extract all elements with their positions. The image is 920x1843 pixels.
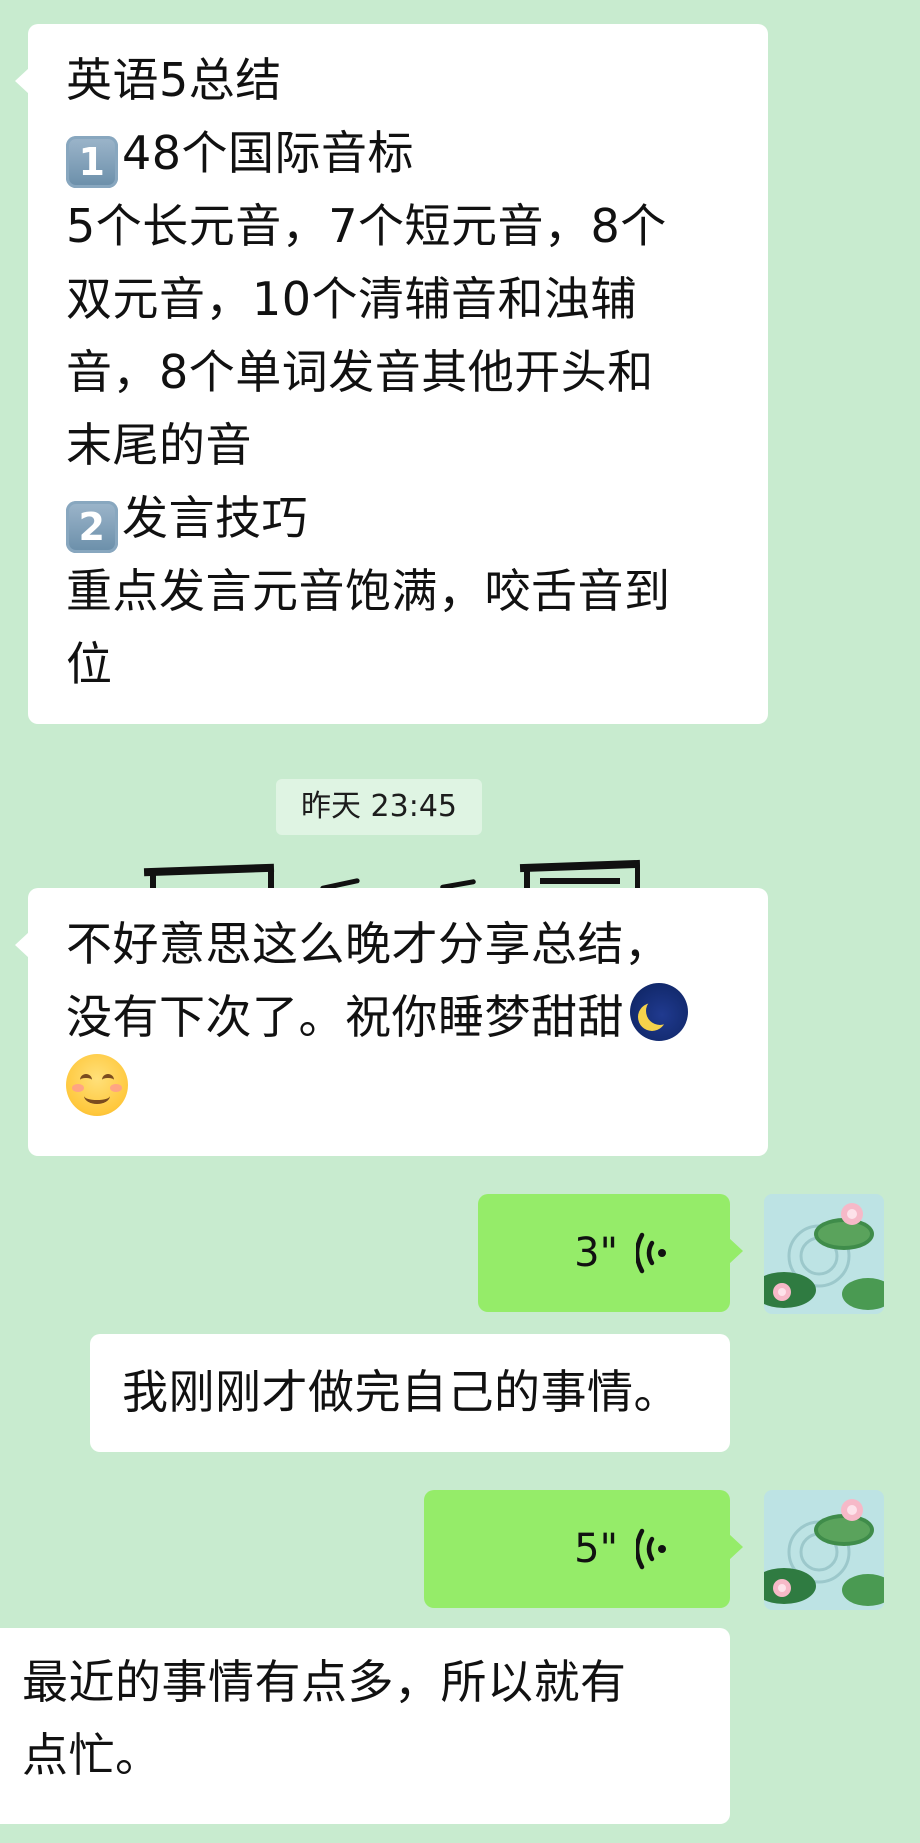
voice-duration: 3": [574, 1230, 618, 1276]
voice-message-content: 5": [574, 1490, 670, 1608]
message-line: 2 发言技巧: [66, 482, 730, 555]
voice-message-content: 3": [574, 1194, 670, 1312]
message-line: 没有下次了。祝你睡梦甜甜: [66, 981, 730, 1054]
message-line-text: 48个国际音标: [122, 126, 415, 180]
timestamp-label: 昨天 23:45: [276, 779, 482, 835]
user-avatar[interactable]: [764, 1490, 884, 1610]
voice-duration: 5": [574, 1526, 618, 1572]
message-line: [66, 1054, 730, 1129]
crescent-moon-stars-icon: [630, 983, 688, 1041]
smiling-face-icon: [66, 1054, 128, 1116]
lotus-pond-avatar-icon: [764, 1490, 884, 1610]
message-line: 5个长元音，7个短元音，8个: [66, 199, 667, 253]
partial-sticker-image: [140, 858, 640, 890]
voice-wave-icon: [636, 1528, 666, 1570]
message-line: 位: [66, 637, 113, 691]
message-bubble-apology[interactable]: 不好意思这么晚才分享总结， 没有下次了。祝你睡梦甜甜: [15, 888, 768, 1156]
message-line: 英语5总结: [66, 53, 282, 107]
message-line: 点忙。: [22, 1728, 162, 1782]
message-bubble-busy[interactable]: 最近的事情有点多，所以就有 点忙。: [0, 1628, 730, 1824]
message-bubble-summary[interactable]: 英语5总结 1 48个国际音标 5个长元音，7个短元音，8个 双元音，10个清辅音…: [15, 24, 768, 724]
message-line: 最近的事情有点多，所以就有: [22, 1655, 627, 1709]
message-line: 重点发言元音饱满，咬舌音到: [66, 564, 671, 618]
message-bubble-done[interactable]: 我刚刚才做完自己的事情。: [90, 1334, 730, 1452]
keycap-two-icon: 2: [66, 501, 118, 553]
message-line: 我刚刚才做完自己的事情。: [122, 1365, 680, 1419]
message-line-text: 发言技巧: [122, 491, 308, 545]
voice-wave-icon: [636, 1232, 666, 1274]
message-line: 1 48个国际音标: [66, 117, 730, 190]
voice-message-bubble[interactable]: 5": [424, 1490, 743, 1608]
message-line: 不好意思这么晚才分享总结，: [66, 917, 671, 971]
keycap-one-icon: 1: [66, 136, 118, 188]
message-line: 音，8个单词发音其他开头和: [66, 345, 654, 399]
message-line: 末尾的音: [66, 418, 252, 472]
message-line-text: 没有下次了。祝你睡梦甜甜: [66, 990, 624, 1044]
user-avatar[interactable]: [764, 1194, 884, 1314]
voice-message-bubble[interactable]: 3": [478, 1194, 743, 1312]
message-line: 双元音，10个清辅音和浊辅: [66, 272, 638, 326]
lotus-pond-avatar-icon: [764, 1194, 884, 1314]
